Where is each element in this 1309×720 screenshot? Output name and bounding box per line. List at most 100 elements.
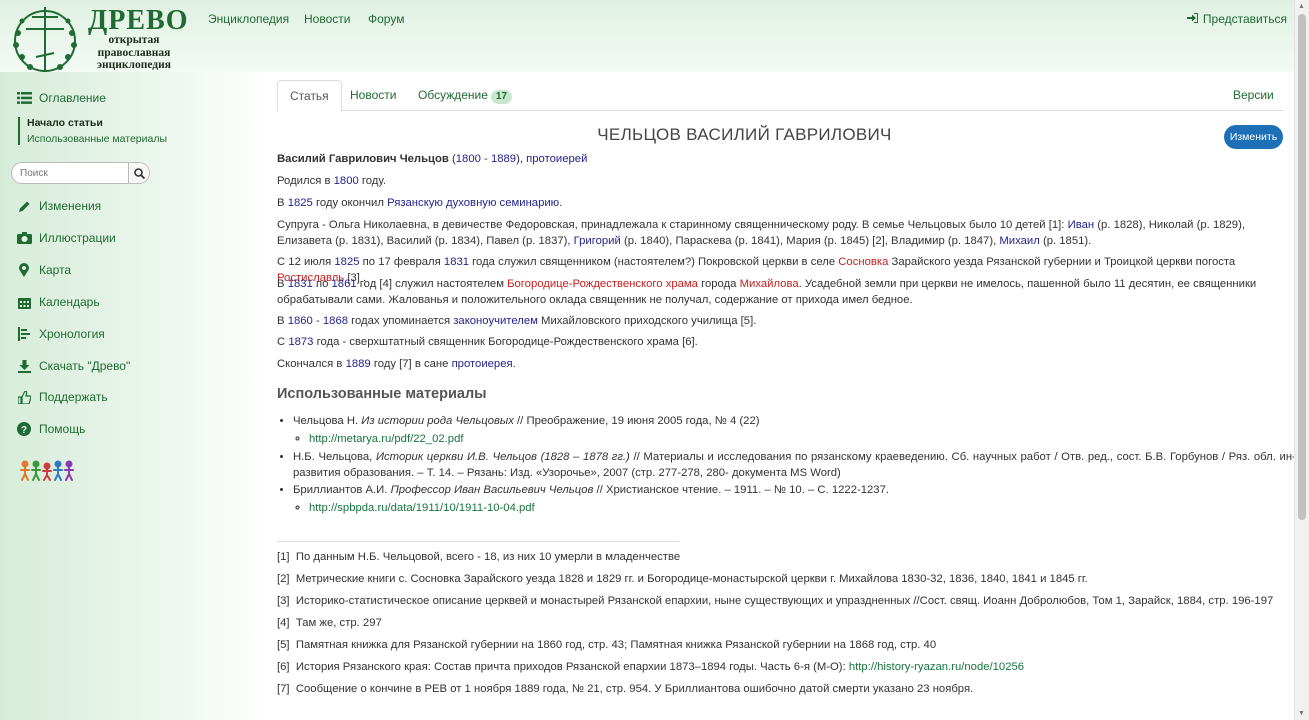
toc-item-materials[interactable]: Использованные материалы — [27, 133, 167, 145]
thumbs-up-icon — [16, 389, 32, 405]
article-paragraph: Скончался в 1889 году [7] в сане протоие… — [277, 358, 516, 370]
sidebar-item-toc[interactable]: Оглавление — [16, 90, 106, 106]
tab-news[interactable]: Новости — [338, 80, 408, 110]
footnote: [5] Памятная книжка для Рязанской губерн… — [277, 639, 937, 651]
footnote: [7] Сообщение о кончине в РЕВ от 1 ноябр… — [277, 683, 974, 695]
sidebar-item-calendar[interactable]: Календарь — [16, 294, 100, 310]
nav-forum[interactable]: Форум — [368, 12, 404, 26]
sidebar-item-help[interactable]: ? Помощь — [16, 421, 85, 437]
search-input[interactable] — [12, 163, 128, 183]
logo-cross-emblem — [13, 7, 77, 72]
seminary-link[interactable]: Рязанскую духовную семинарию — [387, 197, 559, 209]
toc-list: Начало статьи Использованные материалы — [18, 117, 167, 145]
rank-link[interactable]: протоиерей — [526, 153, 587, 165]
year-link[interactable]: 1800 — [456, 153, 481, 165]
versions-link[interactable]: Версии — [1233, 88, 1274, 102]
edit-button[interactable]: Изменить — [1224, 125, 1283, 149]
nav-news[interactable]: Новости — [304, 12, 350, 26]
year-link[interactable]: 1860 — [288, 315, 313, 327]
position-link[interactable]: законоучителем — [453, 315, 538, 327]
people-family-icon[interactable] — [20, 460, 78, 485]
article-paragraph: Василий Гаврилович Чельцов (1800 - 1889)… — [277, 153, 588, 165]
materials-list: Чельцова Н. Из истории рода Чельцовых //… — [277, 414, 1301, 519]
sidebar-item-illustrations[interactable]: Иллюстрации — [16, 230, 116, 246]
footnote: [1] По данным Н.Б. Чельцовой, всего - 18… — [277, 551, 681, 563]
year-link[interactable]: 1889 — [346, 358, 371, 370]
sidebar-item-label: Оглавление — [39, 91, 106, 105]
person-link[interactable]: Григорий — [574, 235, 621, 247]
discussion-count-badge: 17 — [490, 90, 513, 104]
scrollbar[interactable]: ▲ ▼ — [1294, 0, 1309, 720]
tab-label: Обсуждение — [418, 88, 488, 102]
sidebar-item-label: Карта — [39, 263, 72, 277]
page-title: ЧЕЛЬЦОВ ВАСИЛИЙ ГАВРИЛОВИЧ — [597, 125, 892, 144]
year-link[interactable]: 1831 — [288, 278, 313, 290]
place-link[interactable]: Сосновка — [838, 256, 888, 268]
toc-item-start[interactable]: Начало статьи — [27, 117, 167, 129]
scroll-up-arrow-icon[interactable]: ▲ — [1298, 3, 1305, 10]
list-item: Чельцова Н. Из истории рода Чельцовых //… — [293, 414, 1301, 447]
sign-in-icon — [1186, 12, 1198, 26]
svg-text:?: ? — [21, 425, 27, 436]
search-box — [11, 162, 150, 184]
sidebar-item-chronology[interactable]: Хронология — [16, 326, 105, 342]
article-paragraph: Родился в 1800 году. — [277, 175, 387, 187]
place-link[interactable]: Михайлова — [740, 278, 799, 290]
nav-encyclopedia[interactable]: Энциклопедия — [208, 12, 289, 26]
person-name: Василий Гаврилович Чельцов — [277, 153, 449, 165]
search-button[interactable] — [128, 163, 149, 183]
camera-icon — [16, 230, 32, 246]
footnote: [3] Историко-статистическое описание цер… — [277, 595, 1274, 607]
year-link[interactable]: 1868 — [323, 315, 348, 327]
article-paragraph: Супруга - Ольга Николаевна, в девичестве… — [277, 219, 1245, 247]
login-link[interactable]: Представиться — [1186, 12, 1287, 26]
pdf-link[interactable]: http://spbpda.ru/data/1911/10/1911-10-04… — [309, 502, 535, 514]
article-paragraph: В 1860 - 1868 годах упоминается законоуч… — [277, 315, 757, 327]
article-paragraph: В 1825 году окончил Рязанскую духовную с… — [277, 197, 563, 209]
person-link[interactable]: Иван — [1068, 219, 1095, 231]
year-link[interactable]: 1889 — [491, 153, 516, 165]
tab-discussion[interactable]: Обсуждение 17 — [406, 80, 524, 110]
footnote-link[interactable]: http://history-ryazan.ru/node/10256 — [849, 661, 1024, 673]
sidebar-item-support[interactable]: Поддержать — [16, 389, 108, 405]
year-link[interactable]: 1800 — [334, 175, 359, 187]
pdf-link[interactable]: http://metarya.ru/pdf/22_02.pdf — [309, 433, 464, 445]
logo-subtitle: открытая православная энциклопедия — [97, 34, 171, 71]
site-logo[interactable]: ДРЕВО открытая православная энциклопедия — [8, 3, 188, 75]
footnote: [2] Метрические книги с. Сосновка Зарайс… — [277, 573, 1088, 585]
sidebar-item-map[interactable]: Карта — [16, 262, 71, 278]
list-item: Бриллиантов А.И. Профессор Иван Васильев… — [293, 483, 1301, 516]
scrollbar-thumb[interactable] — [1298, 14, 1306, 520]
rank-link[interactable]: протоиерея — [452, 358, 513, 370]
login-label: Представиться — [1202, 12, 1287, 26]
sidebar-item-label: Календарь — [39, 295, 100, 309]
sidebar-item-download[interactable]: Скачать "Древо" — [16, 358, 130, 374]
tab-article[interactable]: Статья — [277, 80, 342, 112]
sidebar-item-label: Изменения — [39, 199, 102, 213]
year-link[interactable]: 1831 — [444, 256, 469, 268]
section-heading-materials: Использованные материалы — [277, 386, 487, 402]
logo-title: ДРЕВО — [88, 5, 189, 36]
question-circle-icon: ? — [16, 421, 32, 437]
footnote: [6] История Рязанского края: Состав прич… — [277, 661, 1025, 673]
person-link[interactable]: Михаил — [999, 235, 1039, 247]
list-item: Н.Б. Чельцова, Историк церкви И.В. Чельц… — [293, 450, 1301, 481]
year-link[interactable]: 1873 — [288, 336, 313, 348]
footnote: [4] Там же, стр. 297 — [277, 617, 382, 629]
article-paragraph: С 1873 года - сверхштатный священник Бог… — [277, 336, 698, 348]
sidebar-item-changes[interactable]: Изменения — [16, 198, 101, 214]
header-background — [0, 0, 1296, 72]
tabs-divider — [277, 110, 1283, 111]
sidebar-item-label: Иллюстрации — [39, 231, 116, 245]
church-link[interactable]: Богородице-Рождественского храма — [507, 278, 698, 290]
calendar-icon — [16, 294, 32, 310]
scroll-down-arrow-icon[interactable]: ▼ — [1298, 710, 1305, 717]
pencil-icon — [16, 198, 32, 214]
sidebar-item-label: Скачать "Древо" — [39, 359, 131, 373]
sidebar-item-label: Поддержать — [39, 390, 108, 404]
year-link[interactable]: 1825 — [334, 256, 359, 268]
list-icon — [16, 90, 32, 106]
sidebar-item-label: Хронология — [39, 327, 105, 341]
year-link[interactable]: 1861 — [332, 278, 357, 290]
year-link[interactable]: 1825 — [288, 197, 313, 209]
